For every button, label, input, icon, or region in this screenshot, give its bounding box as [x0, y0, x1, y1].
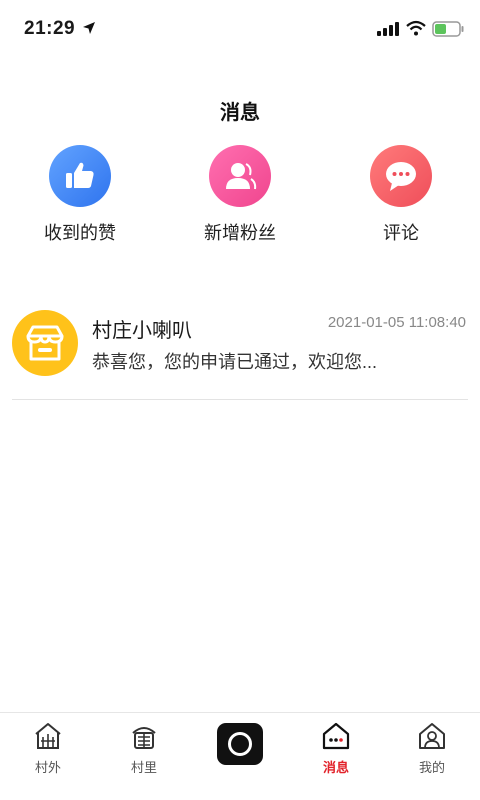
new-fans-button[interactable]: 新增粉丝 [170, 145, 310, 245]
nav-label: 村外 [34, 760, 61, 775]
comments-button[interactable]: 评论 [331, 145, 471, 245]
nav-item-village-outside[interactable]: 村外 [0, 721, 96, 776]
cellular-signal-icon [377, 22, 399, 36]
thumbs-up-icon [49, 145, 111, 207]
received-likes-button[interactable]: 收到的赞 [10, 145, 150, 245]
message-time: 2021-01-05 11:08:40 [327, 314, 466, 331]
nav-item-camera[interactable] [192, 721, 288, 765]
village-outside-icon [35, 723, 61, 749]
new-fans-icon [209, 145, 271, 207]
nav-item-village-inside[interactable]: 村里 [96, 721, 192, 776]
action-label: 评论 [383, 223, 419, 243]
nav-label-active: 消息 [322, 760, 349, 775]
nav-label: 我的 [418, 760, 445, 775]
comment-icon [370, 145, 432, 207]
nav-item-profile[interactable]: 我的 [384, 721, 480, 776]
shop-awning-icon [12, 310, 78, 376]
page-title: 消息 [220, 102, 260, 124]
battery-icon [432, 21, 464, 37]
location-arrow-icon [83, 22, 95, 34]
message-house-icon [322, 722, 350, 750]
bottom-nav: 村外 村里 消息 我的 [0, 712, 480, 800]
camera-icon [217, 723, 263, 765]
message-preview: 恭喜您，您的申请已通过，欢迎您... [92, 352, 378, 372]
message-list-item[interactable]: 村庄小喇叭 2021-01-05 11:08:40 恭喜您，您的申请已通过，欢迎… [12, 306, 468, 400]
village-inside-icon [132, 727, 156, 749]
status-bar: 21:29 [0, 0, 480, 60]
nav-item-messages[interactable]: 消息 [288, 721, 384, 776]
action-label: 收到的赞 [44, 223, 116, 243]
status-time: 21:29 [24, 18, 76, 39]
nav-label: 村里 [130, 760, 157, 775]
message-category-row: 收到的赞 新增粉丝 评论 [0, 145, 480, 255]
wifi-icon [406, 20, 426, 36]
message-sender: 村庄小喇叭 [92, 320, 192, 342]
action-label: 新增粉丝 [204, 223, 276, 243]
profile-house-icon [419, 723, 445, 749]
